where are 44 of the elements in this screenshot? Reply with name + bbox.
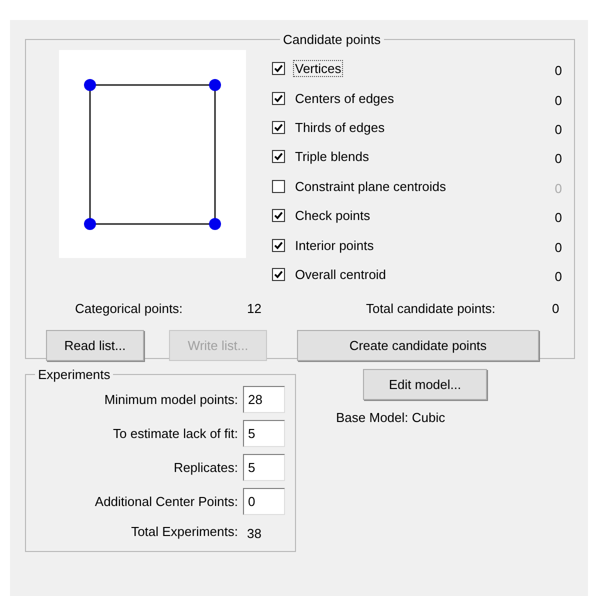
checkbox[interactable] [272,120,285,134]
input-field[interactable]: 0 [243,488,285,515]
group-title: Candidate points [282,32,382,47]
checkbox[interactable] [272,209,285,222]
point-count: 0 [554,238,562,255]
checkbox-label[interactable]: Check points [293,207,372,224]
point-count: 0 [554,62,562,78]
checkbox[interactable] [272,238,285,252]
input-field[interactable]: 5 [243,420,285,447]
point-count: 0 [554,268,562,284]
group-title: Experiments [37,367,112,382]
push-button[interactable]: Create candidate points [297,330,539,362]
checkbox-label[interactable]: Constraint plane centroids [293,178,448,195]
field-label: Replicates: [172,460,238,475]
categorical-value: 12 [247,301,262,316]
input-field[interactable]: 28 [243,386,285,413]
checkbox-label[interactable]: Overall centroid [293,266,388,283]
checkbox[interactable] [272,268,285,281]
checkbox[interactable] [272,150,285,164]
point-count: 0 [554,209,562,226]
field-label: Additional Center Points: [94,494,238,509]
edit-model-button[interactable]: Edit model... [363,369,487,400]
point-count: 0 [554,92,562,108]
checkbox-label[interactable]: Interior points [293,236,376,254]
checkbox[interactable] [272,92,285,105]
checkbox-label[interactable]: Vertices [293,60,344,78]
categorical-label: Categorical points: [75,301,184,316]
checkbox-label[interactable]: Thirds of edges [293,118,387,136]
checkbox[interactable] [272,180,285,193]
total-label: Total Experiments: [130,524,238,539]
field-label: To estimate lack of fit: [112,426,238,441]
field-label: Minimum model points: [103,392,238,407]
point-count: 0 [554,180,562,196]
point-count: 0 [554,120,562,137]
input-field[interactable]: 5 [243,454,285,481]
checkbox-label[interactable]: Centers of edges [293,90,396,107]
point-count: 0 [554,150,562,166]
total-label: Total candidate points: [366,301,496,316]
checkbox[interactable] [272,62,285,76]
total-value: 38 [246,525,262,541]
base-model-text: Base Model: Cubic [336,410,446,425]
checkbox-label[interactable]: Triple blends [293,148,371,166]
total-value: 0 [552,301,560,316]
push-button[interactable]: Read list... [46,330,144,362]
